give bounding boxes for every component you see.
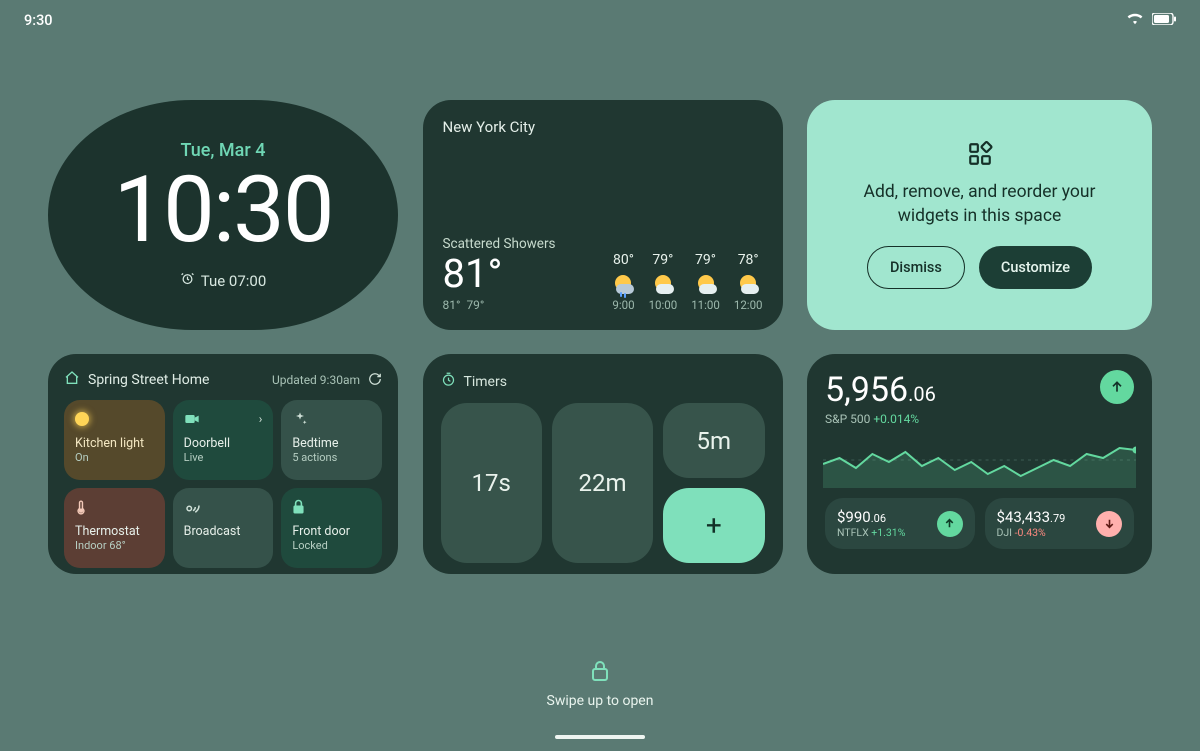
timers-label: Timers — [464, 374, 507, 390]
stocks-widget[interactable]: 5,956.06 S&P 500 +0.014% $990.06 NTFLX +… — [807, 354, 1152, 574]
thermometer-icon — [75, 498, 87, 516]
lock-icon — [292, 498, 305, 516]
battery-icon — [1152, 12, 1176, 29]
lock-icon — [590, 659, 610, 687]
sp500-label: S&P 500 +0.014% — [825, 412, 936, 426]
stock-ntflx[interactable]: $990.06 NTFLX +1.31% — [825, 498, 975, 549]
tile-front-door[interactable]: Front door Locked — [281, 488, 382, 568]
alarm-icon — [180, 271, 195, 290]
forecast-item: 79° 10:00 — [649, 252, 678, 312]
partly-cloudy-icon — [652, 272, 674, 294]
timer-icon — [441, 372, 456, 391]
customize-promo: Add, remove, and reorder your widgets in… — [807, 100, 1152, 330]
timer-item[interactable]: 22m — [552, 403, 653, 563]
weather-temp: 81° — [443, 254, 556, 294]
sp500-value: 5,956.06 — [825, 370, 936, 410]
weather-city: New York City — [443, 118, 763, 136]
timers-widget: Timers 17s 22m 5m + — [423, 354, 783, 574]
hourly-forecast: 80° 9:00 79° 10:00 79° 11:00 78° — [612, 252, 762, 312]
broadcast-icon — [184, 498, 202, 516]
forecast-item: 80° 9:00 — [612, 252, 634, 312]
refresh-icon[interactable] — [368, 372, 382, 389]
promo-text: Add, remove, and reorder your widgets in… — [837, 181, 1122, 228]
widgets-icon — [967, 141, 993, 181]
sparkle-icon — [292, 410, 308, 428]
status-time: 9:30 — [24, 12, 53, 29]
nav-handle[interactable] — [555, 735, 645, 739]
camera-icon — [184, 410, 200, 428]
bulb-icon — [75, 412, 89, 426]
dismiss-button[interactable]: Dismiss — [867, 246, 965, 289]
lock-hint-text: Swipe up to open — [547, 693, 654, 709]
sparkline-chart — [823, 432, 1136, 488]
weather-hilo: 81° 79° — [443, 298, 556, 312]
forecast-item: 79° 11:00 — [691, 252, 720, 312]
tile-thermostat[interactable]: Thermostat Indoor 68° — [64, 488, 165, 568]
partly-cloudy-icon — [695, 272, 717, 294]
timer-item[interactable]: 17s — [441, 403, 542, 563]
status-right — [1126, 11, 1176, 29]
widget-grid: Tue, Mar 4 10:30 Tue 07:00 New York City… — [48, 100, 1152, 574]
lock-hint[interactable]: Swipe up to open — [0, 659, 1200, 709]
stock-dji[interactable]: $43,433.79 DJI -0.43% — [985, 498, 1135, 549]
status-bar: 9:30 — [0, 0, 1200, 40]
wifi-icon — [1126, 11, 1144, 29]
customize-button[interactable]: Customize — [979, 246, 1092, 289]
rain-icon — [612, 272, 634, 294]
tile-doorbell[interactable]: › Doorbell Live — [173, 400, 274, 480]
tile-kitchen-light[interactable]: Kitchen light On — [64, 400, 165, 480]
partly-cloudy-icon — [737, 272, 759, 294]
arrow-down-icon — [1096, 511, 1122, 537]
tile-broadcast[interactable]: Broadcast — [173, 488, 274, 568]
timer-item[interactable]: 5m — [663, 403, 764, 478]
clock-time: 10:30 — [113, 165, 332, 257]
home-name: Spring Street Home — [88, 372, 209, 388]
add-timer-button[interactable]: + — [663, 488, 764, 563]
trend-up-button[interactable] — [1100, 370, 1134, 404]
arrow-up-icon — [937, 511, 963, 537]
weather-widget[interactable]: New York City Scattered Showers 81° 81° … — [423, 100, 783, 330]
chevron-right-icon: › — [259, 412, 263, 426]
home-updated: Updated 9:30am — [272, 373, 360, 387]
home-icon — [64, 370, 80, 390]
alarm-time: Tue 07:00 — [201, 272, 267, 290]
forecast-item: 78° 12:00 — [734, 252, 763, 312]
clock-widget[interactable]: Tue, Mar 4 10:30 Tue 07:00 — [48, 100, 398, 330]
clock-alarm: Tue 07:00 — [180, 271, 267, 290]
tile-bedtime[interactable]: Bedtime 5 actions — [281, 400, 382, 480]
home-widget: Spring Street Home Updated 9:30am Kitche… — [48, 354, 398, 574]
weather-now: Scattered Showers 81° 81° 79° — [443, 236, 556, 312]
